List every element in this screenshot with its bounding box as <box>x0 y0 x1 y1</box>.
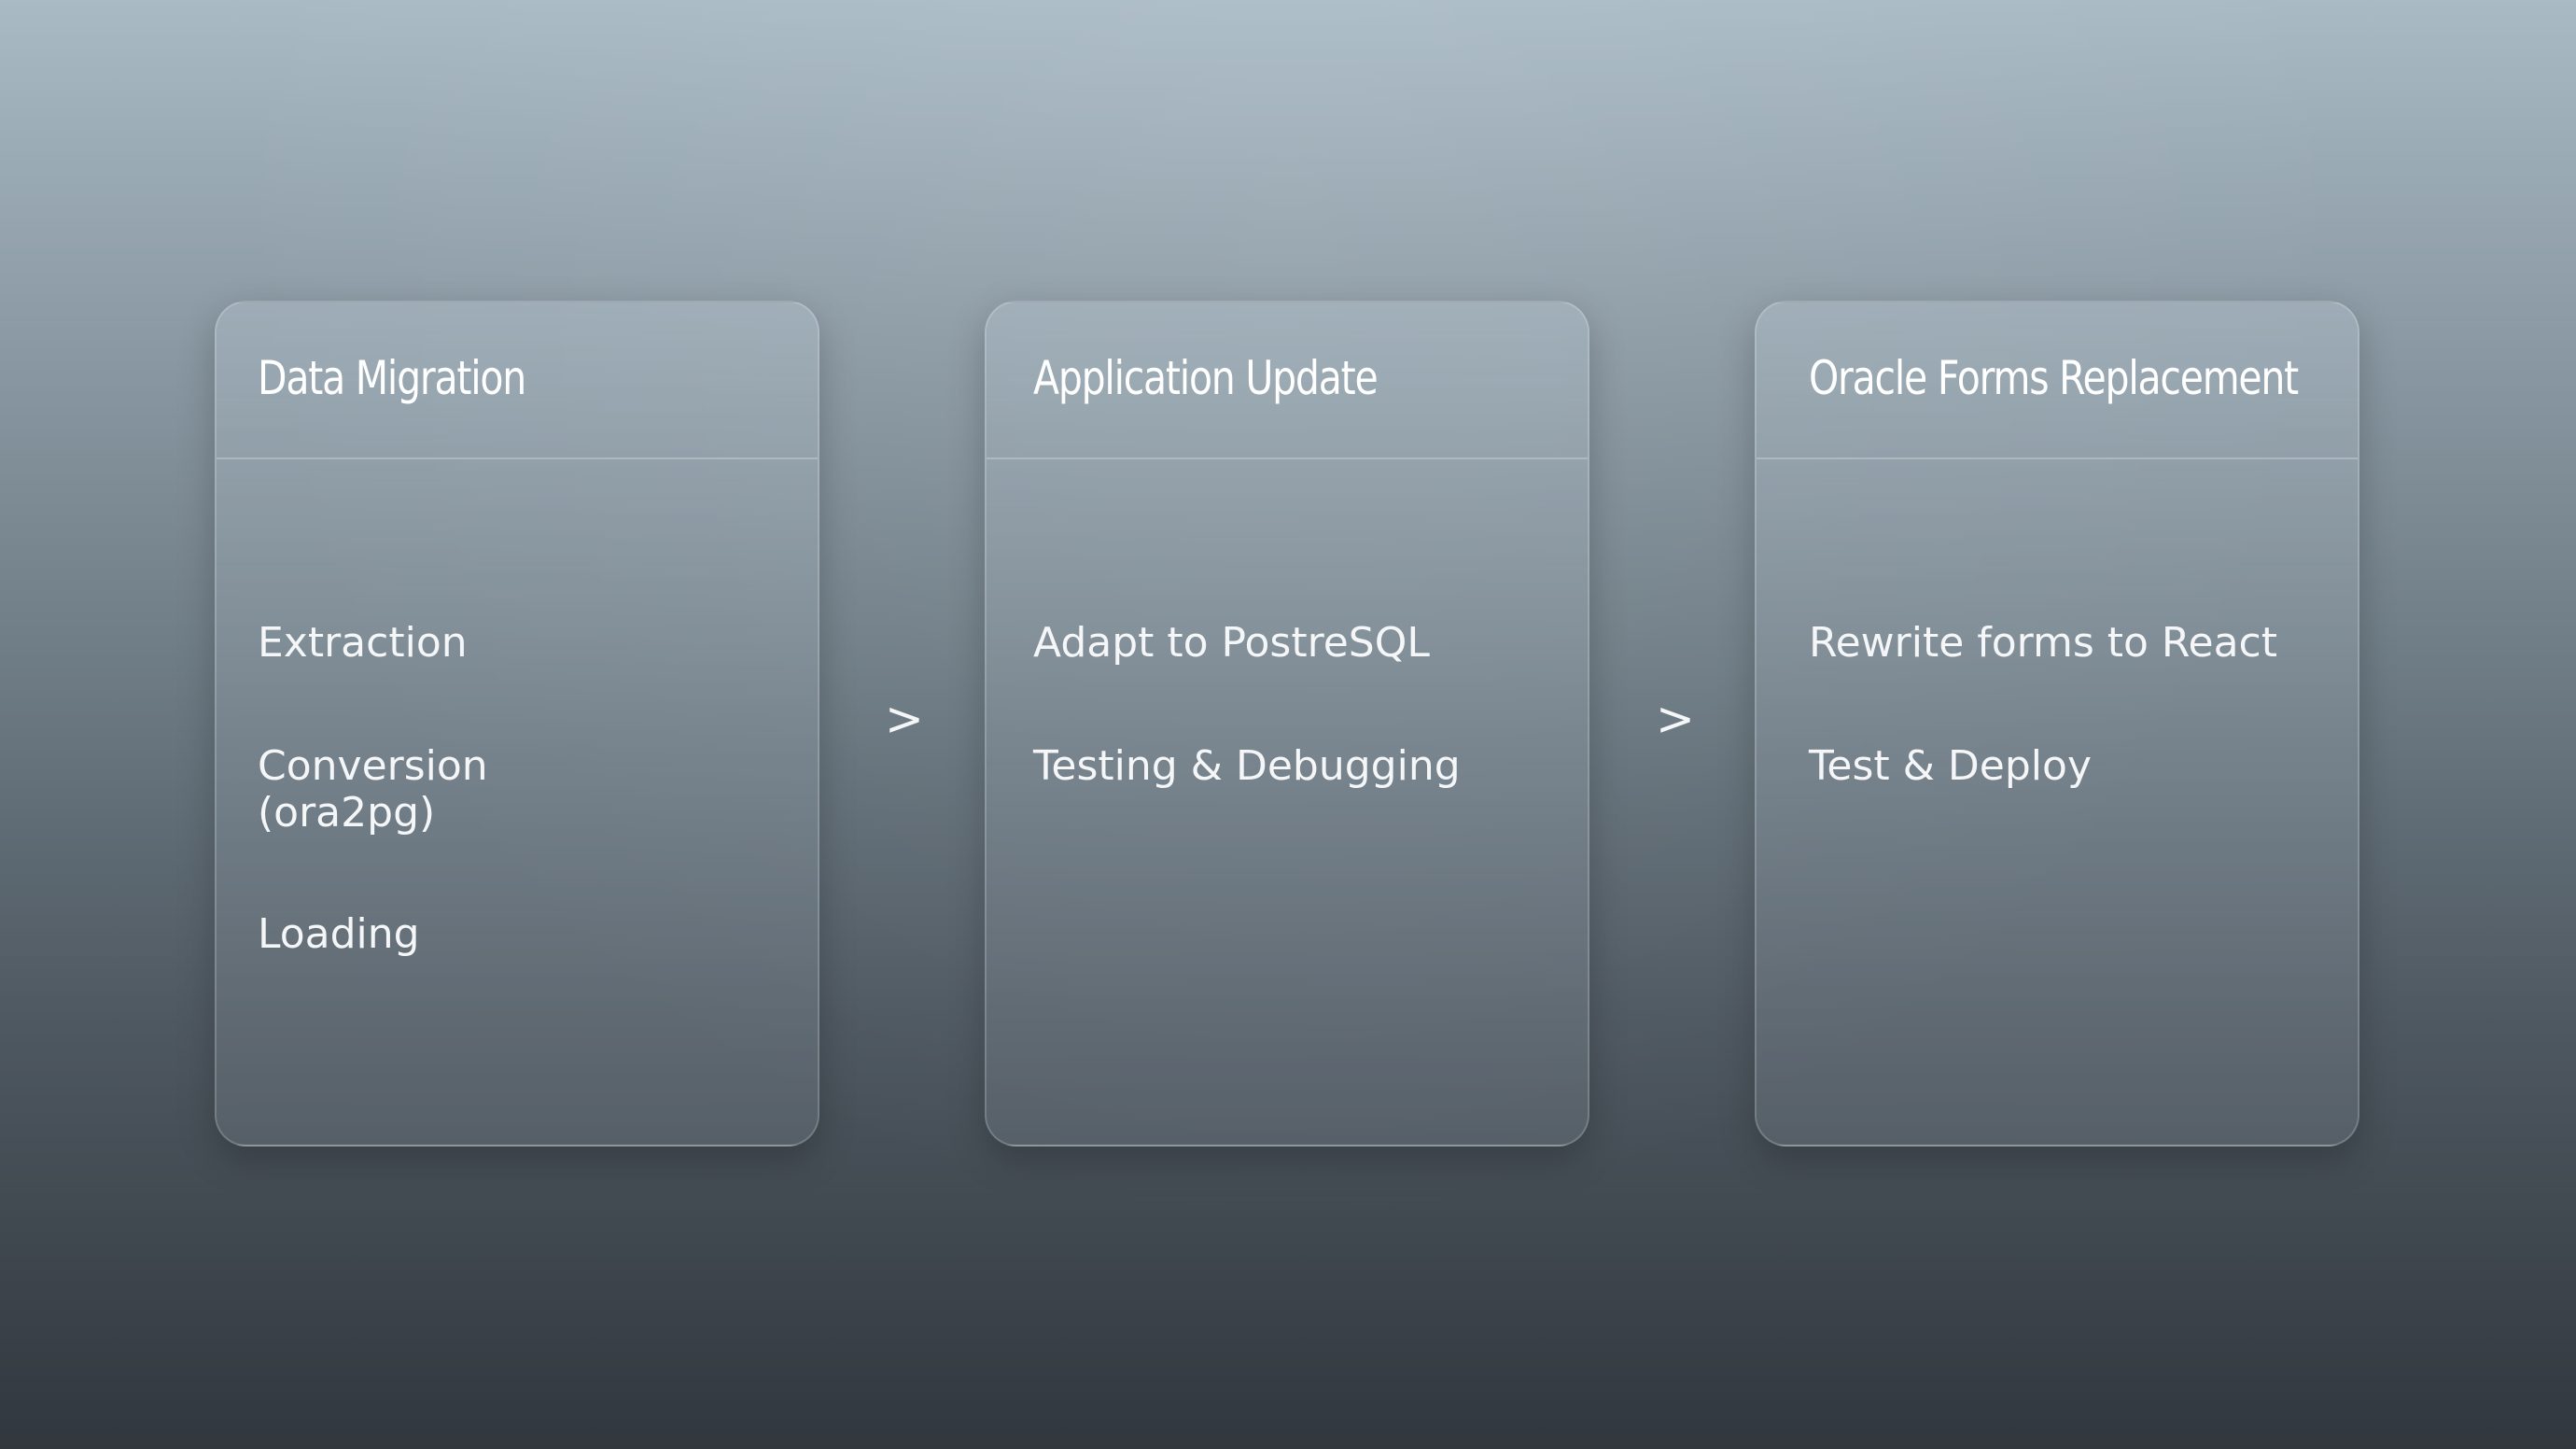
stage-step: Loading <box>258 910 420 958</box>
stage-title: Data Migration <box>258 351 526 405</box>
stage-card-header: Oracle Forms Replacement <box>1757 302 2358 459</box>
stage-step: Test & Deploy <box>1809 742 2092 790</box>
stage-card-oracle-forms-replacement: Oracle Forms Replacement Rewrite forms t… <box>1755 301 2359 1147</box>
stage-card-application-update: Application Update Adapt to PostreSQL Te… <box>985 301 1589 1147</box>
flow-arrow: > <box>885 692 924 746</box>
flow-arrow: > <box>1656 692 1695 746</box>
stage-card-data-migration: Data Migration Extraction Conversion (or… <box>215 301 819 1147</box>
stage-step: Conversion (ora2pg) <box>258 743 488 837</box>
stage-title: Application Update <box>1033 351 1379 405</box>
stage-card-header: Data Migration <box>217 302 818 459</box>
stage-title: Oracle Forms Replacement <box>1809 351 2299 405</box>
stage-step: Rewrite forms to React <box>1809 619 2278 667</box>
stage-step-line: (ora2pg) <box>258 789 436 837</box>
stage-step: Testing & Debugging <box>1033 742 1461 790</box>
stage-step: Extraction <box>258 619 468 667</box>
stage-card-header: Application Update <box>987 302 1588 459</box>
stage-step: Adapt to PostreSQL <box>1033 619 1430 667</box>
stage-step-line: Conversion <box>258 742 488 790</box>
